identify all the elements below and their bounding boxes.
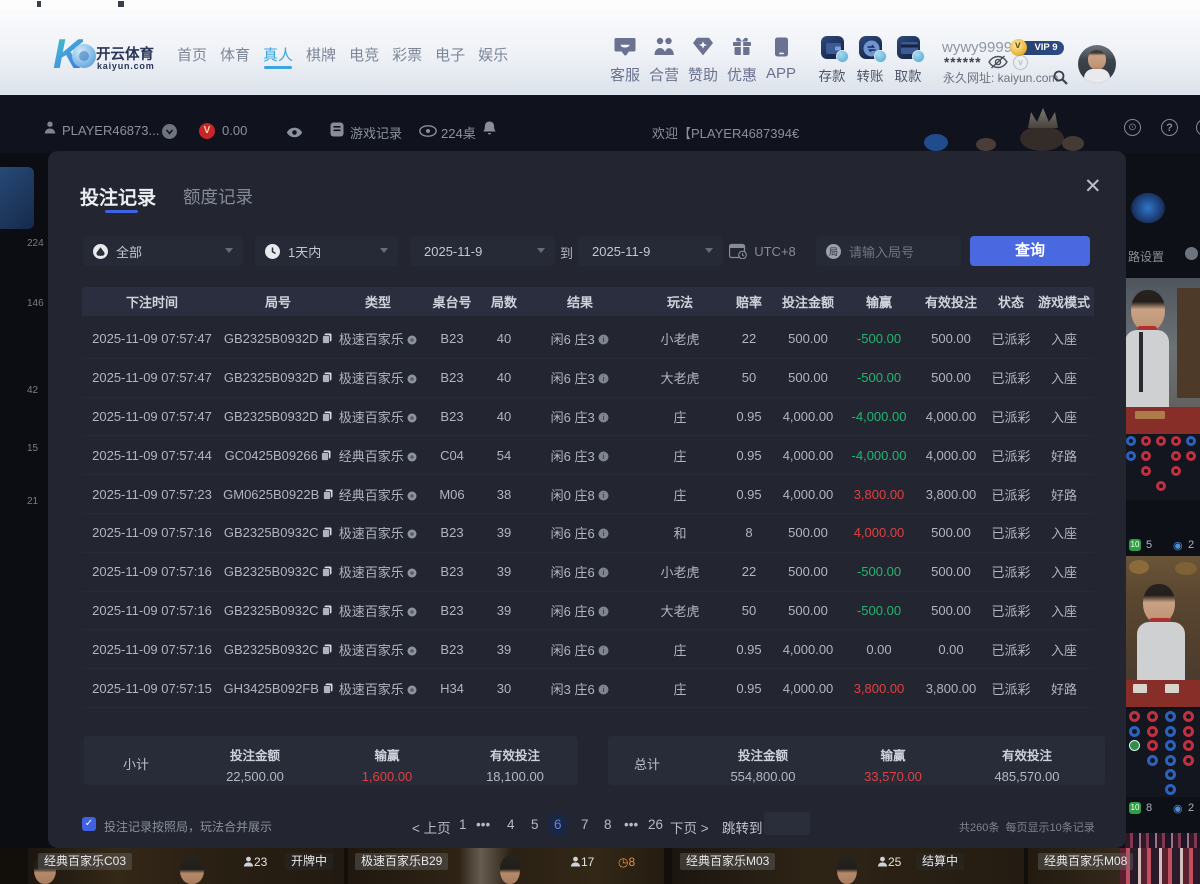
svg-text:局: 局 [829, 247, 838, 257]
